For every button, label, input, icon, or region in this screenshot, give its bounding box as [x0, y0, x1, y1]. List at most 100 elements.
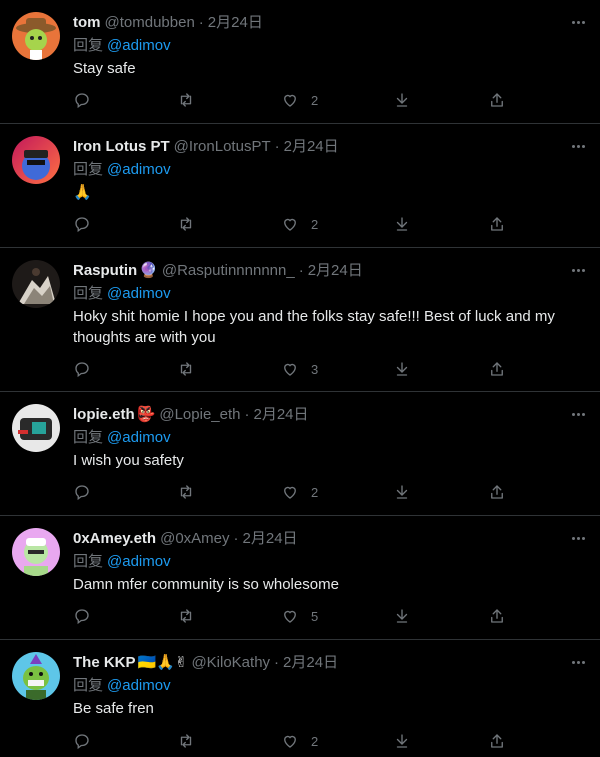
tweet-item[interactable]: Iron Lotus PT @IronLotusPT · 2月24日 回复 @ad… [0, 124, 600, 248]
like-button[interactable]: 2 [281, 732, 318, 750]
reply-button[interactable] [73, 91, 91, 109]
like-button[interactable]: 3 [281, 360, 318, 378]
download-icon [393, 607, 411, 625]
action-bar: 2 [73, 213, 588, 235]
retweet-icon [177, 732, 195, 750]
user-handle[interactable]: @KiloKathy [191, 653, 270, 673]
download-button[interactable] [393, 732, 411, 750]
like-button[interactable]: 2 [281, 91, 318, 109]
retweet-button[interactable] [177, 607, 195, 625]
like-button[interactable]: 2 [281, 483, 318, 501]
like-button[interactable]: 2 [281, 215, 318, 233]
tweet-date[interactable]: 2月24日 [243, 529, 298, 549]
tweet-date[interactable]: 2月24日 [283, 653, 338, 673]
user-handle[interactable]: @0xAmey [160, 529, 229, 549]
user-handle[interactable]: @tomdubben [105, 13, 195, 33]
reply-button[interactable] [73, 215, 91, 233]
reply-button[interactable] [73, 360, 91, 378]
replying-to: 回复 @adimov [73, 36, 171, 56]
retweet-icon [177, 483, 195, 501]
mention-link[interactable]: @adimov [107, 677, 171, 694]
like-count: 2 [311, 733, 319, 749]
more-options-icon[interactable] [568, 136, 588, 156]
share-icon [488, 91, 506, 109]
download-icon [393, 360, 411, 378]
display-name[interactable]: Iron Lotus PT [73, 137, 170, 157]
retweet-button[interactable] [177, 732, 195, 750]
share-button[interactable] [488, 215, 506, 233]
share-button[interactable] [488, 360, 506, 378]
share-button[interactable] [488, 732, 506, 750]
download-icon [393, 215, 411, 233]
share-button[interactable] [488, 91, 506, 109]
user-handle[interactable]: @Lopie_eth [159, 405, 240, 425]
mention-link[interactable]: @adimov [107, 429, 171, 446]
tweet-item[interactable]: lopie.eth 👺 @Lopie_eth · 2月24日 回复 @adimov… [0, 392, 600, 516]
share-icon [488, 483, 506, 501]
retweet-button[interactable] [177, 215, 195, 233]
avatar[interactable] [12, 528, 60, 576]
download-button[interactable] [393, 483, 411, 501]
like-button[interactable]: 5 [281, 607, 318, 625]
tweet-date[interactable]: 2月24日 [284, 137, 339, 157]
tweet-date[interactable]: 2月24日 [308, 261, 363, 281]
more-options-icon[interactable] [568, 404, 588, 424]
reply-icon [73, 483, 91, 501]
reply-icon [73, 607, 91, 625]
display-name[interactable]: 0xAmey.eth [73, 529, 156, 549]
like-icon [281, 360, 299, 378]
mention-link[interactable]: @adimov [107, 161, 171, 178]
avatar[interactable] [12, 136, 60, 184]
like-icon [281, 91, 299, 109]
action-bar: 5 [73, 605, 588, 627]
display-name[interactable]: tom [73, 13, 101, 33]
download-icon [393, 483, 411, 501]
display-name[interactable]: The KKP [73, 653, 136, 673]
display-name[interactable]: lopie.eth [73, 405, 135, 425]
badge-emoji: 👺 [136, 406, 156, 423]
more-options-icon[interactable] [568, 528, 588, 548]
like-icon [281, 607, 299, 625]
share-icon [488, 732, 506, 750]
download-button[interactable] [393, 215, 411, 233]
mention-link[interactable]: @adimov [107, 37, 171, 54]
mention-link[interactable]: @adimov [107, 285, 171, 302]
avatar[interactable] [12, 404, 60, 452]
share-button[interactable] [488, 483, 506, 501]
download-button[interactable] [393, 91, 411, 109]
retweet-button[interactable] [177, 91, 195, 109]
reply-label: 回复 [73, 429, 104, 446]
retweet-button[interactable] [177, 483, 195, 501]
more-options-icon[interactable] [568, 12, 588, 32]
separator-dot: · [274, 654, 280, 671]
tweet-date[interactable]: 2月24日 [208, 13, 263, 33]
separator-dot: · [233, 530, 239, 547]
reply-feed: tom @tomdubben · 2月24日 回复 @adimov Stay sa… [0, 0, 600, 757]
tweet-item[interactable]: 0xAmey.eth @0xAmey · 2月24日 回复 @adimov Dam… [0, 516, 600, 640]
reply-label: 回复 [73, 677, 104, 694]
user-handle[interactable]: @IronLotusPT [174, 137, 271, 157]
mention-link[interactable]: @adimov [107, 553, 171, 570]
share-button[interactable] [488, 607, 506, 625]
tweet-date[interactable]: 2月24日 [253, 405, 308, 425]
like-count: 5 [311, 608, 319, 624]
reply-icon [73, 91, 91, 109]
avatar[interactable] [12, 652, 60, 700]
reply-button[interactable] [73, 732, 91, 750]
display-name[interactable]: Rasputin [73, 261, 137, 281]
download-button[interactable] [393, 360, 411, 378]
more-options-icon[interactable] [568, 260, 588, 280]
tweet-item[interactable]: Rasputin 🔮 @Rasputinnnnnnn_ · 2月24日 回复 @a… [0, 248, 600, 392]
replying-to: 回复 @adimov [73, 284, 171, 304]
more-options-icon[interactable] [568, 652, 588, 672]
avatar[interactable] [12, 12, 60, 60]
download-button[interactable] [393, 607, 411, 625]
reply-button[interactable] [73, 483, 91, 501]
like-icon [281, 215, 299, 233]
tweet-item[interactable]: The KKP 🇺🇦🙏✌ @KiloKathy · 2月24日 回复 @adimo… [0, 640, 600, 757]
reply-button[interactable] [73, 607, 91, 625]
retweet-button[interactable] [177, 360, 195, 378]
tweet-item[interactable]: tom @tomdubben · 2月24日 回复 @adimov Stay sa… [0, 0, 600, 124]
avatar[interactable] [12, 260, 60, 308]
user-handle[interactable]: @Rasputinnnnnnn_ [162, 261, 295, 281]
